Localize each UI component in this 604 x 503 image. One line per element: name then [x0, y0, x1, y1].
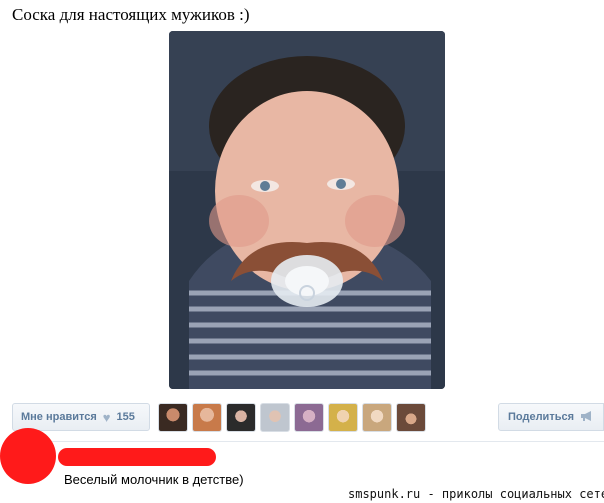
watermark-caption: smspunk.ru - приколы социальных сетей	[348, 485, 604, 503]
like-count: 155	[116, 411, 135, 423]
liker-avatar[interactable]	[328, 403, 358, 432]
liker-avatar[interactable]	[158, 403, 188, 432]
redacted-avatar[interactable]	[0, 428, 56, 484]
redacted-author-name[interactable]	[58, 448, 216, 466]
megaphone-icon	[580, 410, 594, 425]
comment-text: Веселый молочник в детстве)	[64, 472, 244, 487]
share-button[interactable]: Поделиться	[498, 403, 604, 431]
like-button[interactable]: Мне нравится ♥ 155	[12, 403, 150, 431]
likers-avatars	[158, 403, 426, 432]
divider	[10, 441, 604, 442]
post-title: Соска для настоящих мужиков :)	[12, 5, 250, 24]
liker-avatar[interactable]	[294, 403, 324, 432]
like-label: Мне нравится	[21, 411, 97, 423]
liker-avatar[interactable]	[396, 403, 426, 432]
liker-avatar[interactable]	[192, 403, 222, 432]
liker-avatar[interactable]	[362, 403, 392, 432]
liker-avatar[interactable]	[226, 403, 256, 432]
share-label: Поделиться	[507, 411, 575, 423]
baby-pacifier-illustration	[169, 31, 445, 389]
liker-avatar[interactable]	[260, 403, 290, 432]
post-photo[interactable]	[169, 31, 445, 389]
heart-icon: ♥	[102, 409, 111, 425]
